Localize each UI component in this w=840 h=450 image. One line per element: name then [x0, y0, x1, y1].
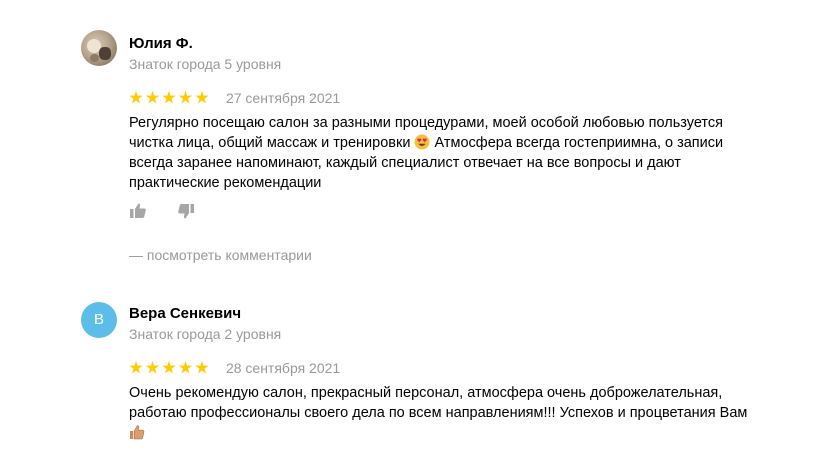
- star-icon: [129, 90, 143, 104]
- rating-stars: [129, 89, 212, 107]
- thumbs-up-emoji-icon: [130, 425, 145, 440]
- author-avatar[interactable]: В: [81, 302, 117, 338]
- review-date: 27 сентября 2021: [225, 90, 341, 106]
- review-text-part: Очень рекомендую салон, прекрасный персо…: [129, 385, 748, 421]
- star-icon: [145, 90, 160, 104]
- heart-eyes-emoji-icon: [414, 134, 430, 150]
- star-icon: [162, 360, 176, 374]
- star-icon: [178, 360, 193, 374]
- author-level: Знаток города 5 уровня: [129, 56, 282, 72]
- review-text: Очень рекомендую салон, прекрасный персо…: [129, 383, 769, 443]
- star-icon: [195, 90, 209, 104]
- star-icon: [129, 360, 143, 374]
- rating-stars: [129, 359, 212, 377]
- reviews-page: Юлия Ф. Знаток города 5 уровня 27 сентяб…: [0, 0, 840, 450]
- review-text: Регулярно посещаю салон за разными проце…: [129, 113, 769, 193]
- author-name[interactable]: Юлия Ф.: [129, 35, 193, 52]
- author-level: Знаток города 2 уровня: [129, 326, 282, 342]
- rating-row: 28 сентября 2021: [129, 359, 340, 377]
- author-name[interactable]: Вера Сенкевич: [129, 305, 241, 322]
- review-date: 28 сентября 2021: [225, 360, 341, 376]
- star-icon: [145, 360, 160, 374]
- star-icon: [162, 90, 176, 104]
- view-comments-link[interactable]: — посмотреть комментарии: [129, 247, 312, 263]
- rating-row: 27 сентября 2021: [129, 89, 340, 107]
- star-icon: [195, 360, 209, 374]
- star-icon: [178, 90, 193, 104]
- author-avatar[interactable]: [81, 30, 117, 66]
- like-icon[interactable]: [129, 202, 147, 220]
- dislike-icon[interactable]: [177, 202, 195, 220]
